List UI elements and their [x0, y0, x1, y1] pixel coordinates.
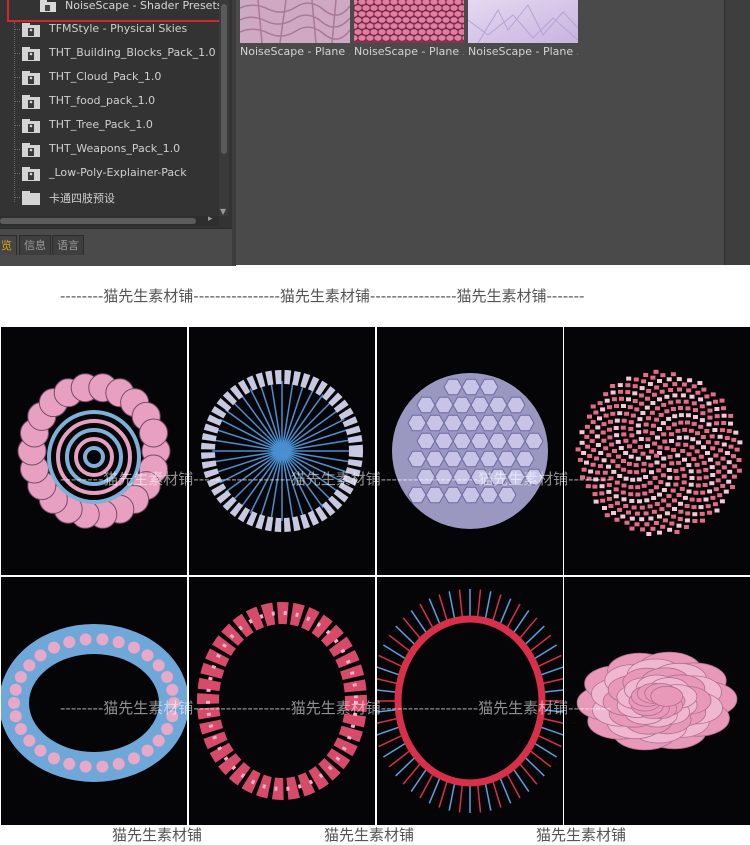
tab-language[interactable]: 语言: [52, 235, 84, 255]
folder-icon: [22, 47, 40, 61]
render-image: [1, 624, 187, 782]
tree-item-label: 卡通四肢预设: [49, 192, 115, 205]
render-blue-torus: [1, 577, 187, 825]
watermark-brand-cut: 猫先生素材铺: [536, 826, 627, 844]
tree-connector: [14, 173, 20, 174]
preset-thumbnail[interactable]: NoiseScape - Plane ...: [354, 0, 464, 58]
tree-item-label: THT_Building_Blocks_Pack_1.0: [49, 46, 216, 59]
thumbnail-image: [468, 0, 578, 43]
render-image: [377, 589, 563, 813]
preset-thumbnails-area: NoiseScape - Plane ... NoiseScape - Plan…: [236, 0, 750, 265]
thumbnail-caption: NoiseScape - Plane ...: [468, 45, 578, 58]
folder-icon: [22, 191, 40, 205]
render-gallery: [0, 326, 750, 826]
folder-icon: [22, 143, 40, 157]
preset-thumbnail[interactable]: NoiseScape - Plane ...: [468, 0, 578, 58]
folder-icon: [40, 0, 56, 12]
scrollbar-thumb[interactable]: [221, 4, 227, 154]
render-red-ring: [189, 577, 375, 825]
tree-item-label: THT_Cloud_Pack_1.0: [49, 70, 162, 83]
folder-icon: [22, 23, 40, 37]
side-panel-strip: [724, 0, 750, 265]
tree-connector: [14, 29, 20, 30]
tree-connector: [14, 197, 20, 198]
folder-icon: [22, 119, 40, 133]
tree-guide-line: [14, 22, 15, 202]
tree-connector: [14, 149, 20, 150]
thumbnail-caption: NoiseScape - Plane ...: [354, 45, 464, 58]
horizontal-scrollbar[interactable]: ▸: [0, 214, 219, 226]
tree-connector: [14, 77, 20, 78]
render-image: [392, 373, 548, 529]
render-blue-fan: [189, 327, 375, 575]
tree-item-label: THT_Tree_Pack_1.0: [49, 118, 153, 131]
scroll-right-icon[interactable]: ▸: [208, 214, 213, 224]
preset-thumbnail[interactable]: NoiseScape - Plane ...: [240, 0, 350, 58]
watermark-line: --------猫先生素材铺----------------猫先生素材铺----…: [60, 287, 585, 305]
scroll-down-icon[interactable]: ▼: [220, 207, 226, 216]
tree-item-selected[interactable]: NoiseScape - Shader Presets: [65, 0, 223, 12]
vertical-scrollbar[interactable]: ▼: [219, 0, 229, 216]
folder-tree: NoiseScape - Shader Presets TFMStyle - P…: [0, 0, 232, 228]
tree-connector: [14, 101, 20, 102]
tree-item-label: _Low-Poly-Explainer-Pack: [49, 166, 187, 179]
tree-item-label: TFMStyle - Physical Skies: [49, 22, 188, 35]
thumbnail-image: [240, 0, 350, 43]
render-image: [575, 369, 743, 536]
render-image: [17, 373, 171, 529]
thumbnail-image: [354, 0, 464, 43]
render-spike-ring: [377, 577, 563, 825]
render-pink-flower: [564, 577, 750, 825]
folder-icon: [22, 167, 40, 181]
folder-icon: [22, 71, 40, 85]
tree-item-label: THT_food_pack_1.0: [49, 94, 156, 107]
render-image: [201, 370, 363, 532]
watermark-brand-cut: 猫先生素材铺: [324, 826, 415, 844]
tab-info[interactable]: 信息: [19, 235, 51, 255]
watermark-brand-cut: 猫先生素材铺: [112, 826, 203, 844]
render-image: [197, 602, 367, 800]
render-image: [576, 651, 738, 751]
tab-bar: 览 信息 语言: [0, 228, 236, 266]
folder-icon: [22, 95, 40, 109]
tree-connector: [14, 125, 20, 126]
thumbnail-caption: NoiseScape - Plane ...: [240, 45, 350, 58]
tree-connector: [14, 53, 20, 54]
render-hex-sphere: [377, 327, 563, 575]
tree-item-label: THT_Weapons_Pack_1.0: [49, 142, 181, 155]
tab-preview[interactable]: 览: [0, 235, 17, 255]
asset-browser-panel: NoiseScape - Shader Presets TFMStyle - P…: [0, 0, 750, 266]
render-red-pixel-ball: [564, 327, 750, 575]
scrollbar-thumb[interactable]: [0, 218, 196, 224]
render-spiral-disc: [1, 327, 187, 575]
